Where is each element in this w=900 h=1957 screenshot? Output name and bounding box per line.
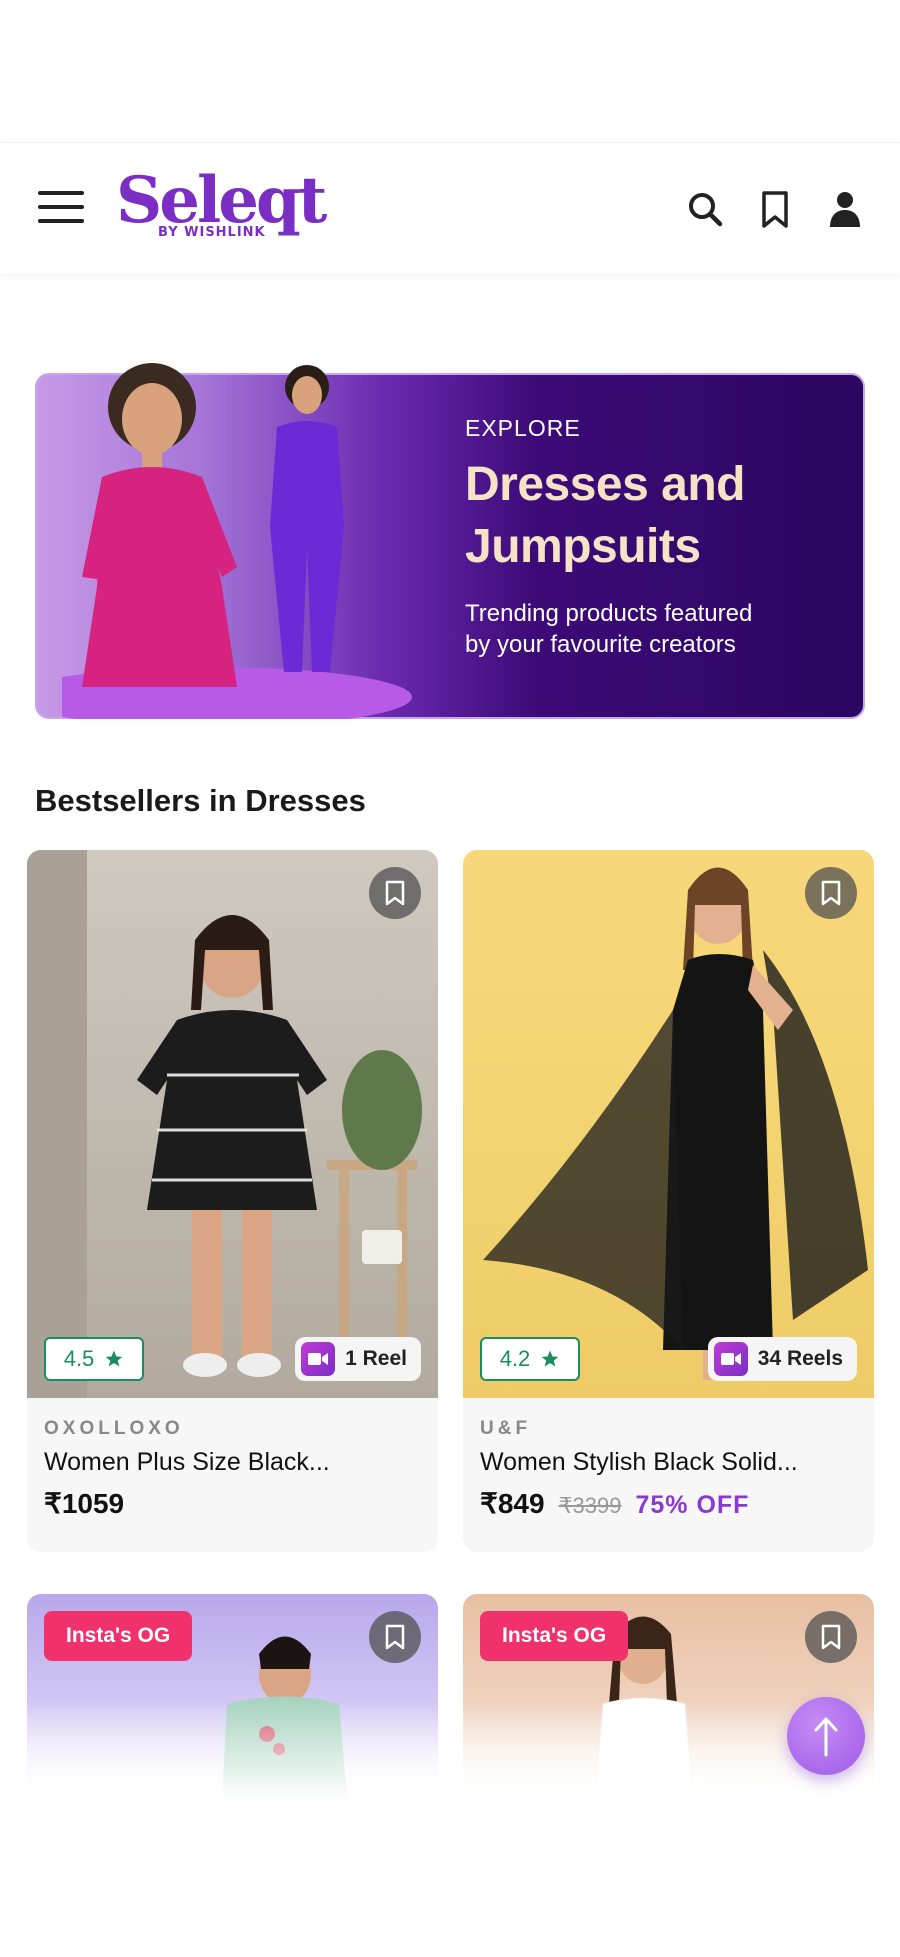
bookmark-icon [821,1624,841,1650]
rating-badge: 4.5 [44,1337,144,1381]
save-product-button[interactable] [805,867,857,919]
save-product-button[interactable] [805,1611,857,1663]
banner-eyebrow: EXPLORE [465,415,581,441]
banner-text-block: EXPLORE Dresses and Jumpsuits Trending p… [465,415,845,660]
product-price: ₹1059 [44,1488,125,1519]
product-image[interactable]: Insta's OG [27,1594,438,1799]
product-card[interactable]: Insta's OG [27,1594,438,1799]
product-name: Women Stylish Black Solid... [480,1448,798,1476]
bookmark-icon[interactable] [753,187,797,231]
scroll-to-top-button[interactable] [787,1697,865,1775]
rating-badge: 4.2 [480,1337,580,1381]
reels-badge[interactable]: 34 Reels [707,1337,857,1381]
product-image[interactable]: 4.5 1 Reel [27,850,438,1398]
product-price: ₹849 [480,1488,545,1519]
product-card[interactable]: 4.5 1 Reel OXOLLOXO Women Plus Size Blac… [27,850,438,1552]
product-card[interactable]: 4.2 34 Reels U&F Women Stylish Black Sol… [463,850,874,1552]
video-camera-icon [301,1342,336,1376]
arrow-up-icon [814,1717,838,1757]
product-brand: OXOLLOXO [44,1418,184,1439]
star-icon [541,1350,559,1367]
star-icon [105,1350,123,1367]
banner-subtitle: Trending products featured by your favou… [465,600,753,658]
product-info[interactable]: OXOLLOXO Women Plus Size Black... ₹1059 [27,1398,438,1552]
bookmark-icon [821,880,841,906]
product-image[interactable]: 4.2 34 Reels [463,850,874,1398]
status-bar-area [0,0,900,142]
discount-label: 75% OFF [635,1491,750,1519]
bookmark-icon [385,1624,405,1650]
save-product-button[interactable] [369,867,421,919]
seleqt-logo[interactable]: Seleqt BY WISHLINK [116,163,327,253]
product-info[interactable]: U&F Women Stylish Black Solid... ₹849 ₹3… [463,1398,874,1552]
insta-og-badge: Insta's OG [480,1611,629,1661]
product-name: Women Plus Size Black... [44,1448,330,1476]
hamburger-menu-icon[interactable] [38,191,84,227]
insta-og-badge: Insta's OG [44,1611,193,1661]
reels-badge[interactable]: 1 Reel [295,1337,421,1381]
profile-icon[interactable] [823,187,867,231]
product-mrp: ₹3399 [558,1493,622,1518]
save-product-button[interactable] [369,1611,421,1663]
price-row: ₹849 ₹3399 75% OFF [480,1487,857,1520]
section-title: Bestsellers in Dresses [35,783,366,818]
explore-dresses-banner[interactable]: EXPLORE Dresses and Jumpsuits Trending p… [35,363,865,719]
search-icon[interactable] [683,187,727,231]
bookmark-icon [385,880,405,906]
banner-title: Dresses and Jumpsuits [465,458,746,573]
video-camera-icon [713,1342,748,1376]
logo-subtitle: BY WISHLINK [158,225,266,240]
product-brand: U&F [480,1418,532,1439]
price-row: ₹1059 [44,1487,421,1520]
app-header: Seleqt BY WISHLINK [0,142,900,273]
banner-models-image [62,327,422,719]
